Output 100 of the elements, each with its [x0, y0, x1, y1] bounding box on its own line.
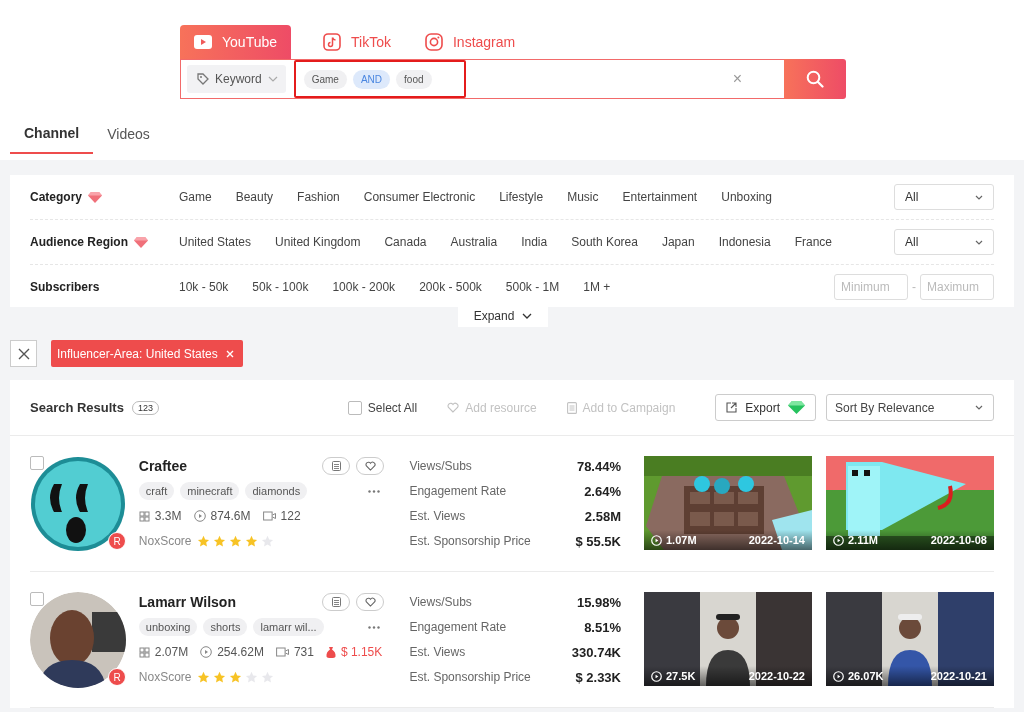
- star-icon: [196, 670, 210, 684]
- sort-dropdown[interactable]: Sort By Relevance: [826, 394, 994, 421]
- keyword-chip[interactable]: food: [396, 69, 432, 89]
- heart-icon: [364, 461, 376, 471]
- row-checkbox[interactable]: [30, 456, 44, 470]
- view-tab[interactable]: Videos: [93, 119, 164, 154]
- heart-icon: [364, 597, 376, 607]
- video-thumbnail[interactable]: 27.5K 2022-10-22: [644, 592, 812, 686]
- filter-option[interactable]: Music: [567, 190, 599, 204]
- export-button[interactable]: Export: [715, 394, 816, 421]
- metric-label: Est. Views: [409, 645, 466, 659]
- channel-tag[interactable]: unboxing: [138, 618, 198, 636]
- chevron-down-icon: [975, 239, 983, 245]
- tag-icon: [197, 73, 209, 85]
- metric-value: $ 2.33K: [575, 669, 621, 685]
- channel-tag[interactable]: diamonds: [245, 482, 308, 500]
- chevron-down-icon: [522, 313, 533, 319]
- minimum-field[interactable]: Minimum: [834, 274, 908, 300]
- close-icon: [225, 349, 234, 358]
- filter-option[interactable]: Consumer Electronic: [363, 190, 476, 204]
- search-button[interactable]: [784, 59, 846, 99]
- filter-option[interactable]: Game: [179, 190, 212, 204]
- video-thumbnail[interactable]: 26.07K 2022-10-21: [826, 592, 994, 686]
- search-field[interactable]: Keyword Game AND food ×: [180, 59, 784, 99]
- platform-tab[interactable]: Instagram: [410, 25, 530, 59]
- star-icon: [196, 534, 210, 548]
- filter-label: Audience Region: [30, 235, 128, 249]
- channel-tag[interactable]: shorts: [203, 618, 248, 636]
- filter-option[interactable]: Indonesia: [718, 235, 771, 249]
- channel-name[interactable]: Lamarr Wilson: [138, 594, 236, 610]
- avatar-badge: R: [108, 668, 126, 686]
- video-icon: [275, 647, 289, 657]
- view-tab[interactable]: Channel: [10, 119, 94, 154]
- channel-tag[interactable]: lamarr wil...: [253, 618, 324, 636]
- row-checkbox[interactable]: [30, 592, 44, 606]
- platform-tab[interactable]: TikTok: [309, 25, 405, 59]
- score-label: NoxScore: [138, 670, 192, 684]
- filter-option[interactable]: 50k - 100k: [252, 280, 309, 294]
- filter-option[interactable]: 10k - 50k: [179, 280, 229, 294]
- video-date: 2022-10-14: [748, 534, 805, 546]
- filter-option[interactable]: South Korea: [571, 235, 638, 249]
- more-icon[interactable]: [368, 489, 381, 493]
- video-views: 1.07M: [666, 534, 697, 546]
- filter-option[interactable]: India: [521, 235, 548, 249]
- video-thumbnail[interactable]: 2.11M 2022-10-08: [826, 456, 994, 550]
- play-circle-icon: [833, 534, 844, 546]
- filter-option[interactable]: Australia: [450, 235, 498, 249]
- document-icon: [331, 461, 341, 471]
- filter-option[interactable]: France: [794, 235, 833, 249]
- play-circle-icon: [651, 534, 662, 546]
- star-icon: [212, 670, 226, 684]
- filter-option[interactable]: Canada: [384, 235, 427, 249]
- metric-value: 2.64%: [584, 483, 621, 499]
- filter-option[interactable]: United Kingdom: [275, 235, 361, 249]
- channel-tag[interactable]: minecraft: [180, 482, 240, 500]
- channel-name[interactable]: Craftee: [138, 458, 188, 474]
- filter-option[interactable]: United States: [179, 235, 252, 249]
- video-views: 2.11M: [848, 534, 878, 546]
- filter-dropdown[interactable]: All: [894, 229, 994, 255]
- video-date: 2022-10-08: [930, 534, 987, 546]
- star-icon: [244, 534, 258, 548]
- star-icon: [228, 670, 242, 684]
- play-circle-icon: [651, 670, 662, 682]
- music-note-icon: [323, 33, 341, 51]
- active-filter-tag[interactable]: Influencer-Area: United States: [51, 340, 243, 367]
- video-thumbnail[interactable]: 1.07M 2022-10-14: [644, 456, 812, 550]
- more-icon[interactable]: [368, 625, 381, 629]
- video-count: 731: [293, 645, 314, 659]
- play-icon: [194, 35, 212, 49]
- filter-option[interactable]: Beauty: [235, 190, 274, 204]
- camera-icon: [424, 33, 443, 51]
- export-icon: [726, 402, 738, 413]
- filter-option[interactable]: Unboxing: [721, 190, 772, 204]
- filter-option[interactable]: 500k - 1M: [505, 280, 560, 294]
- clear-filters-button[interactable]: [10, 340, 37, 367]
- search-mode-dropdown[interactable]: Keyword: [187, 65, 286, 93]
- filter-option[interactable]: Fashion: [297, 190, 340, 204]
- filter-option[interactable]: Japan: [661, 235, 695, 249]
- video-date: 2022-10-22: [748, 670, 805, 682]
- star-icon: [212, 534, 226, 548]
- expand-button[interactable]: Expand: [457, 307, 549, 327]
- keyword-chip[interactable]: Game: [303, 69, 347, 89]
- filter-option[interactable]: Lifestyle: [499, 190, 544, 204]
- filter-option[interactable]: Entertainment: [622, 190, 698, 204]
- filter-dropdown[interactable]: All: [894, 184, 994, 210]
- users-icon: [138, 646, 150, 658]
- select-all-checkbox[interactable]: Select All: [347, 400, 418, 415]
- filter-option[interactable]: 100k - 200k: [332, 280, 396, 294]
- maximum-field[interactable]: Maximum: [920, 274, 994, 300]
- filter-label: Subscribers: [30, 280, 100, 294]
- document-icon: [331, 597, 341, 607]
- subscriber-count: 2.07M: [154, 645, 189, 659]
- channel-tag[interactable]: craft: [138, 482, 175, 500]
- money-bag-icon: [325, 646, 336, 658]
- metric-value: $ 55.5K: [575, 533, 621, 549]
- filter-option[interactable]: 1M +: [583, 280, 611, 294]
- document-icon: [566, 401, 577, 414]
- metric-label: Est. Sponsorship Price: [409, 534, 531, 548]
- filter-option[interactable]: 200k - 500k: [419, 280, 482, 294]
- chevron-down-icon: [267, 76, 278, 82]
